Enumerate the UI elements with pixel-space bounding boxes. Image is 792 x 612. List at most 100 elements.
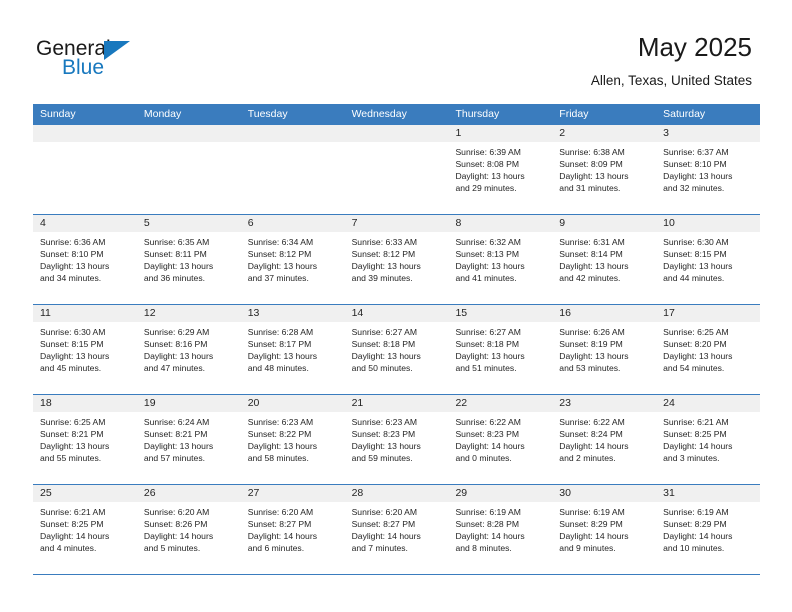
calendar-day-cell[interactable]: 17 Sunrise: 6:25 AM Sunset: 8:20 PM Dayligh… (656, 305, 761, 394)
day-number: 30 (552, 485, 657, 502)
day-number: 16 (552, 305, 657, 322)
sunrise-time: Sunrise: 6:37 AM (663, 147, 729, 157)
calendar-day-cell[interactable]: 7 Sunrise: 6:33 AM Sunset: 8:12 PM Daylight… (344, 215, 449, 304)
daylight-duration-line2: and 57 minutes. (143, 453, 206, 464)
general-blue-logo[interactable]: General Blue (36, 38, 236, 88)
calendar-day-cell[interactable]: 8 Sunrise: 6:32 AM Sunset: 8:13 PM Daylight… (448, 215, 553, 304)
calendar-day-cell[interactable]: 3 Sunrise: 6:37 AM Sunset: 8:10 PM Daylight… (656, 125, 761, 214)
calendar-day-cell[interactable]: 20 Sunrise: 6:23 AM Sunset: 8:22 PM Dayligh… (240, 395, 345, 484)
calendar-day-cell[interactable]: 4 Sunrise: 6:36 AM Sunset: 8:10 PM Daylight… (33, 215, 137, 304)
calendar-day-cell[interactable]: 29 Sunrise: 6:19 AM Sunset: 8:28 PM Dayligh… (448, 485, 553, 574)
daylight-duration-line2: and 41 minutes. (455, 273, 517, 284)
sunrise-time: Sunrise: 6:32 AM (455, 237, 521, 247)
daylight-duration-line1: Daylight: 14 hours (455, 531, 525, 542)
calendar-day-cell[interactable]: 26 Sunrise: 6:20 AM Sunset: 8:26 PM Dayligh… (136, 485, 241, 574)
calendar-day-cell[interactable]: 21 Sunrise: 6:23 AM Sunset: 8:23 PM Dayligh… (344, 395, 449, 484)
weekday-saturday: Saturday (663, 108, 706, 120)
day-number: 7 (344, 215, 449, 232)
calendar-day-cell[interactable]: 24 Sunrise: 6:21 AM Sunset: 8:25 PM Dayligh… (656, 395, 761, 484)
calendar-day-cell[interactable]: 16 Sunrise: 6:26 AM Sunset: 8:19 PM Dayligh… (552, 305, 657, 394)
calendar-day-cell[interactable]: 25 Sunrise: 6:21 AM Sunset: 8:25 PM Dayligh… (33, 485, 137, 574)
calendar-day-cell[interactable]: 12 Sunrise: 6:29 AM Sunset: 8:16 PM Dayligh… (136, 305, 241, 394)
day-number: 25 (33, 485, 137, 502)
daylight-duration-line1: Daylight: 13 hours (559, 261, 629, 272)
sunrise-time: Sunrise: 6:31 AM (559, 237, 625, 247)
daylight-duration-line2: and 34 minutes. (40, 273, 102, 284)
calendar-day-cell[interactable]: 27 Sunrise: 6:20 AM Sunset: 8:27 PM Dayligh… (240, 485, 345, 574)
sunset-time: Sunset: 8:21 PM (143, 429, 208, 440)
calendar-day-cell[interactable]: 1 Sunrise: 6:39 AM Sunset: 8:08 PM Daylight… (448, 125, 553, 214)
daylight-duration-line1: Daylight: 14 hours (455, 441, 525, 452)
day-sun-info: Sunrise: 6:20 AM Sunset: 8:26 PM Daylight:… (137, 502, 241, 558)
daylight-duration-line1: Daylight: 13 hours (455, 261, 525, 272)
day-number: 15 (448, 305, 553, 322)
calendar-day-cell[interactable]: 30 Sunrise: 6:19 AM Sunset: 8:29 PM Dayligh… (552, 485, 657, 574)
weekday-thursday: Thursday (455, 108, 500, 120)
day-sun-info: Sunrise: 6:26 AM Sunset: 8:19 PM Daylight:… (552, 322, 656, 378)
day-sun-info: Sunrise: 6:20 AM Sunset: 8:27 PM Daylight:… (241, 502, 345, 558)
calendar-day-cell[interactable]: 10 Sunrise: 6:30 AM Sunset: 8:15 PM Dayligh… (656, 215, 761, 304)
weekday-friday: Friday (559, 108, 589, 120)
calendar-day-cell[interactable]: 13 Sunrise: 6:28 AM Sunset: 8:17 PM Dayligh… (240, 305, 345, 394)
sunset-time: Sunset: 8:25 PM (663, 429, 727, 440)
day-sun-info (33, 142, 137, 150)
daylight-duration-line2: and 31 minutes. (559, 183, 621, 194)
daylight-duration-line1: Daylight: 13 hours (247, 261, 317, 272)
sunset-time: Sunset: 8:10 PM (40, 249, 104, 260)
daylight-duration-line1: Daylight: 13 hours (455, 171, 525, 182)
day-sun-info: Sunrise: 6:23 AM Sunset: 8:22 PM Daylight:… (241, 412, 345, 468)
daylight-duration-line1: Daylight: 13 hours (143, 351, 214, 362)
daylight-duration-line1: Daylight: 13 hours (663, 171, 733, 182)
sunset-time: Sunset: 8:22 PM (247, 429, 312, 440)
sunrise-time: Sunrise: 6:26 AM (559, 327, 625, 337)
logo-triangle-icon (104, 41, 130, 60)
sunset-time: Sunset: 8:15 PM (40, 339, 104, 350)
daylight-duration-line1: Daylight: 14 hours (247, 531, 317, 542)
sunrise-time: Sunrise: 6:27 AM (455, 327, 521, 337)
day-sun-info: Sunrise: 6:39 AM Sunset: 8:08 PM Daylight:… (448, 142, 552, 198)
calendar-day-cell[interactable]: 6 Sunrise: 6:34 AM Sunset: 8:12 PM Daylight… (240, 215, 345, 304)
day-number: 13 (240, 305, 345, 322)
daylight-duration-line1: Daylight: 14 hours (663, 531, 733, 542)
calendar-day-cell[interactable]: 18 Sunrise: 6:25 AM Sunset: 8:21 PM Dayligh… (33, 395, 137, 484)
daylight-duration-line1: Daylight: 13 hours (40, 261, 110, 272)
sunrise-time: Sunrise: 6:30 AM (40, 327, 106, 337)
calendar-day-cell[interactable]: 9 Sunrise: 6:31 AM Sunset: 8:14 PM Daylight… (552, 215, 657, 304)
daylight-duration-line2: and 29 minutes. (455, 183, 517, 194)
day-sun-info: Sunrise: 6:27 AM Sunset: 8:18 PM Daylight:… (345, 322, 449, 378)
day-sun-info: Sunrise: 6:34 AM Sunset: 8:12 PM Daylight:… (241, 232, 345, 288)
day-number: 20 (240, 395, 345, 412)
calendar-day-cell[interactable]: 19 Sunrise: 6:24 AM Sunset: 8:21 PM Dayligh… (136, 395, 241, 484)
day-sun-info: Sunrise: 6:21 AM Sunset: 8:25 PM Daylight:… (656, 412, 760, 468)
daylight-duration-line2: and 47 minutes. (143, 363, 206, 374)
calendar-day-cell[interactable]: 14 Sunrise: 6:27 AM Sunset: 8:18 PM Dayligh… (344, 305, 449, 394)
calendar-day-cell[interactable]: 28 Sunrise: 6:20 AM Sunset: 8:27 PM Dayligh… (344, 485, 449, 574)
sunrise-time: Sunrise: 6:25 AM (663, 327, 729, 337)
calendar-day-cell[interactable]: 2 Sunrise: 6:38 AM Sunset: 8:09 PM Daylight… (552, 125, 657, 214)
sunset-time: Sunset: 8:17 PM (247, 339, 312, 350)
day-number (33, 125, 137, 142)
calendar-day-cell[interactable]: 31 Sunrise: 6:19 AM Sunset: 8:29 PM Dayligh… (656, 485, 761, 574)
day-sun-info: Sunrise: 6:29 AM Sunset: 8:16 PM Daylight:… (137, 322, 241, 378)
day-number: 8 (448, 215, 553, 232)
daylight-duration-line2: and 32 minutes. (663, 183, 725, 194)
calendar-day-cell[interactable]: 15 Sunrise: 6:27 AM Sunset: 8:18 PM Dayligh… (448, 305, 553, 394)
calendar-weeks: 1 Sunrise: 6:39 AM Sunset: 8:08 PM Daylight… (33, 125, 761, 575)
sunset-time: Sunset: 8:10 PM (663, 159, 727, 170)
day-sun-info: Sunrise: 6:33 AM Sunset: 8:12 PM Daylight:… (345, 232, 449, 288)
day-number: 12 (136, 305, 241, 322)
calendar-week-row: 11 Sunrise: 6:30 AM Sunset: 8:15 PM Dayligh… (33, 305, 761, 395)
sunset-time: Sunset: 8:21 PM (40, 429, 104, 440)
sunrise-time: Sunrise: 6:33 AM (351, 237, 418, 247)
day-number: 23 (552, 395, 657, 412)
calendar-day-cell[interactable]: 5 Sunrise: 6:35 AM Sunset: 8:11 PM Daylight… (136, 215, 241, 304)
sunrise-time: Sunrise: 6:29 AM (143, 327, 210, 337)
page-header: General Blue May 2025 Allen, Texas, Unit… (0, 0, 792, 100)
sunrise-time: Sunrise: 6:34 AM (247, 237, 314, 247)
calendar-day-cell[interactable]: 22 Sunrise: 6:22 AM Sunset: 8:23 PM Dayligh… (448, 395, 553, 484)
calendar-day-cell[interactable]: 23 Sunrise: 6:22 AM Sunset: 8:24 PM Dayligh… (552, 395, 657, 484)
title-block: May 2025 Allen, Texas, United States (591, 30, 752, 91)
calendar-day-cell[interactable]: 11 Sunrise: 6:30 AM Sunset: 8:15 PM Dayligh… (33, 305, 137, 394)
day-number: 14 (344, 305, 449, 322)
daylight-duration-line2: and 2 minutes. (559, 453, 616, 464)
